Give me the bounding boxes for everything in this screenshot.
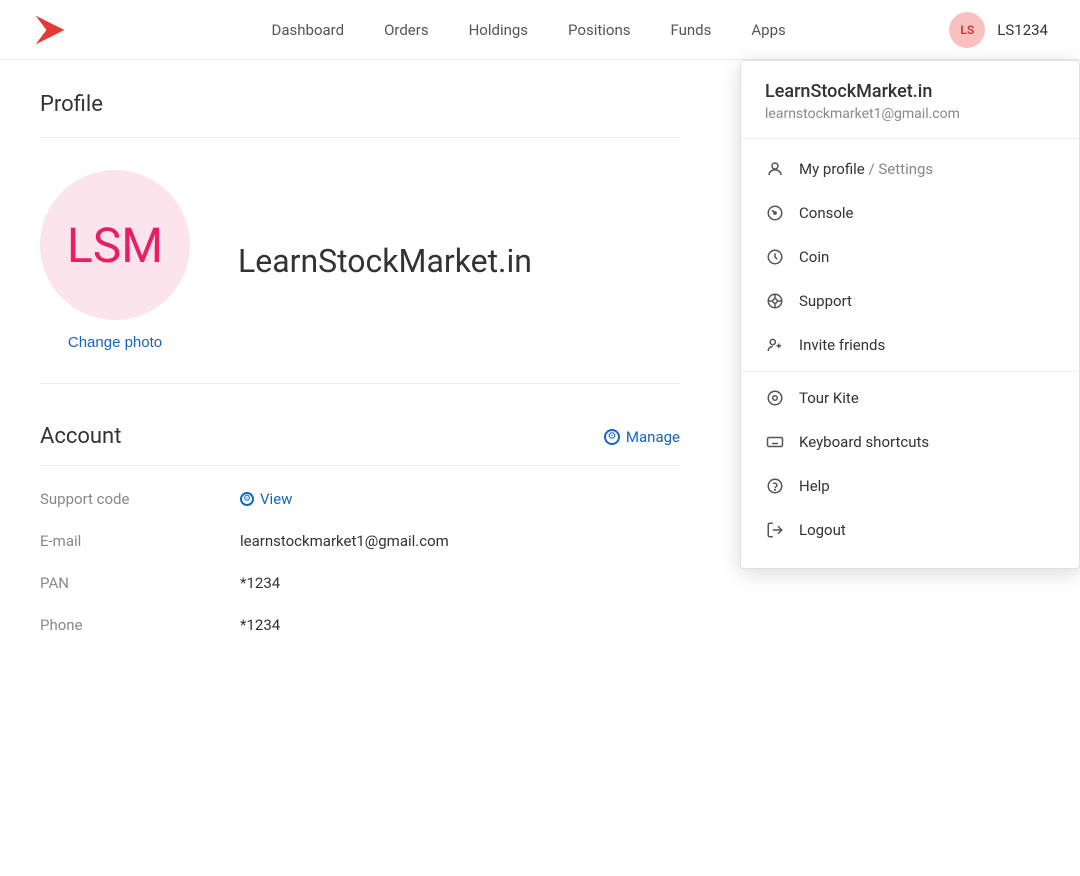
help-icon — [765, 476, 785, 496]
dropdown-item-profile[interactable]: My profile / Settings — [741, 147, 1079, 191]
navbar-username: LS1234 — [997, 21, 1048, 39]
nav-funds[interactable]: Funds — [671, 21, 712, 39]
dropdown-divider — [741, 371, 1079, 372]
field-row-support-code: Support code ⚙ View — [40, 490, 680, 508]
nav-positions[interactable]: Positions — [568, 21, 630, 39]
support-code-value: View — [260, 490, 292, 508]
account-title: Account — [40, 424, 121, 449]
page-title: Profile — [40, 92, 680, 117]
dropdown-item-console[interactable]: Console — [741, 191, 1079, 235]
invite-icon — [765, 335, 785, 355]
person-icon — [765, 159, 785, 179]
support-icon — [765, 291, 785, 311]
dropdown-item-support[interactable]: Support — [741, 279, 1079, 323]
field-label-phone: Phone — [40, 616, 240, 634]
dropdown-item-label-invite: Invite friends — [799, 336, 885, 354]
dropdown-item-invite[interactable]: Invite friends — [741, 323, 1079, 367]
dropdown-item-tour[interactable]: Tour Kite — [741, 376, 1079, 420]
field-row-pan: PAN *1234 — [40, 574, 680, 592]
field-row-phone: Phone *1234 — [40, 616, 680, 634]
field-label-pan: PAN — [40, 574, 240, 592]
dropdown-item-help[interactable]: Help — [741, 464, 1079, 508]
keyboard-icon — [765, 432, 785, 452]
dropdown-item-label-keyboard: Keyboard shortcuts — [799, 433, 929, 451]
nav-apps[interactable]: Apps — [751, 21, 785, 39]
view-icon: ⚙ — [240, 492, 254, 506]
manage-link[interactable]: ⚙ Manage — [604, 428, 680, 446]
logo[interactable] — [32, 12, 68, 48]
profile-name: LearnStockMarket.in — [238, 242, 532, 280]
avatar-large: LSM — [40, 170, 190, 320]
navbar-avatar[interactable]: LS — [949, 12, 985, 48]
field-row-email: E-mail learnstockmarket1@gmail.com — [40, 532, 680, 550]
logout-icon — [765, 520, 785, 540]
field-label-email: E-mail — [40, 532, 240, 550]
dropdown-item-label-logout: Logout — [799, 521, 846, 539]
dropdown-item-label-help: Help — [799, 477, 830, 495]
navbar-right: LS LS1234 — [949, 12, 1048, 48]
dropdown-menu: LearnStockMarket.in learnstockmarket1@gm… — [740, 60, 1080, 569]
dropdown-item-sublabel-profile: / Settings — [868, 160, 933, 178]
kite-logo-icon — [32, 12, 68, 48]
profile-divider — [40, 137, 680, 138]
dropdown-item-coin[interactable]: Coin — [741, 235, 1079, 279]
dropdown-username: LearnStockMarket.in — [765, 81, 1055, 102]
account-divider — [40, 465, 680, 466]
avatar-large-wrap: LSM Change photo — [40, 170, 190, 351]
dropdown-item-label-profile: My profile / Settings — [799, 160, 933, 178]
main-content: Profile LSM Change photo LearnStockMarke… — [0, 60, 720, 690]
field-label-support-code: Support code — [40, 490, 240, 508]
manage-icon: ⚙ — [604, 429, 620, 445]
manage-label: Manage — [626, 428, 680, 446]
dropdown-item-logout[interactable]: Logout — [741, 508, 1079, 552]
gauge-icon — [765, 203, 785, 223]
dropdown-email: learnstockmarket1@gmail.com — [765, 106, 1055, 122]
account-header: Account ⚙ Manage — [40, 424, 680, 449]
dropdown-item-label-tour: Tour Kite — [799, 389, 859, 407]
nav-holdings[interactable]: Holdings — [469, 21, 528, 39]
profile-section: LSM Change photo LearnStockMarket.in — [40, 170, 680, 384]
field-value-phone: *1234 — [240, 616, 280, 634]
change-photo-button[interactable]: Change photo — [68, 334, 162, 351]
dropdown-item-label-coin: Coin — [799, 248, 829, 266]
dropdown-item-label-support: Support — [799, 292, 852, 310]
tour-icon — [765, 388, 785, 408]
dropdown-user-info: LearnStockMarket.in learnstockmarket1@gm… — [741, 61, 1079, 139]
coin-icon — [765, 247, 785, 267]
navbar: Dashboard Orders Holdings Positions Fund… — [0, 0, 1080, 60]
nav-orders[interactable]: Orders — [384, 21, 429, 39]
support-code-link[interactable]: ⚙ View — [240, 490, 292, 508]
nav-links: Dashboard Orders Holdings Positions Fund… — [108, 21, 949, 39]
field-value-email: learnstockmarket1@gmail.com — [240, 532, 449, 550]
dropdown-item-keyboard[interactable]: Keyboard shortcuts — [741, 420, 1079, 464]
nav-dashboard[interactable]: Dashboard — [272, 21, 345, 39]
dropdown-items: My profile / Settings Console — [741, 139, 1079, 560]
dropdown-item-label-console: Console — [799, 204, 854, 222]
field-value-pan: *1234 — [240, 574, 280, 592]
